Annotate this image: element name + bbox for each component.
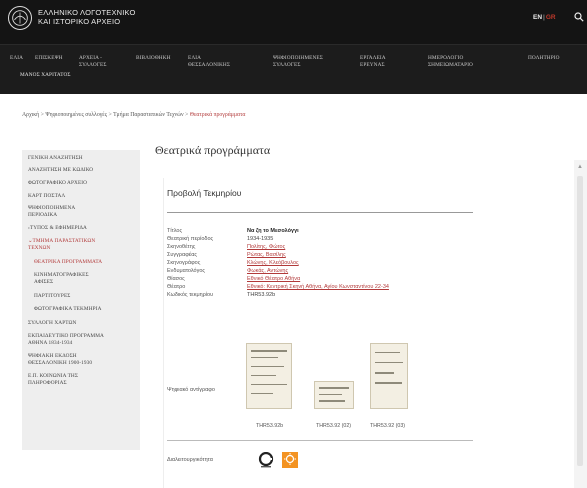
record-panel (163, 178, 567, 488)
field-value-costume-designer[interactable]: Φωκάς, Αντώνης (247, 268, 288, 274)
nav-item-archives[interactable]: ΑΡΧΕΙΑ - ΣΥΛΛΟΓΕΣ (79, 55, 107, 69)
field-label-author: Συγγραφέας (167, 252, 198, 258)
nav-item-research-tools[interactable]: ΕΡΓΑΛΕΙΑ ΕΡΕΥΝΑΣ (360, 55, 386, 69)
scroll-up-icon[interactable]: ▲ (577, 164, 583, 170)
interoperability-icon[interactable] (258, 452, 274, 468)
sidebar-item-press[interactable]: ›ΤΥΠΟΣ & ΕΦΗΜΕΡΙΔΑ (28, 225, 87, 232)
lang-separator: | (543, 14, 545, 21)
field-value-theatre[interactable]: Εθνικό: Κεντρική Σκηνή Αθήνα, Αγίου Κωνσ… (247, 284, 389, 290)
sidebar-item-performing-arts[interactable]: ⌄ΤΜΗΜΑ ΠΑΡΑΣΤΑΤΙΚΩΝ ΤΕΧΝΩΝ (28, 238, 95, 252)
nav-item-calendar[interactable]: ΗΜΕΡΟΛΟΓΙΟ ΣΗΜΕΙΩΜΑΤΑΡΙΟ (428, 55, 473, 69)
sidebar-item-digital-edition[interactable]: ΨΗΦΙΑΚΗ ΕΚΔΟΣΗ ΘΕΣΣΑΛΟΝΙΚΗ 1900-1930 (28, 353, 92, 367)
field-label-set-designer: Σκηνογράφος (167, 260, 201, 266)
nav-item-elia[interactable]: ΕΛΙΑ (10, 55, 23, 62)
sidebar-item-film-posters[interactable]: ΚΙΝΗΜΑΤΟΓΡΑΦΙΚΕΣ ΑΦΙΣΕΣ (34, 272, 89, 286)
field-value-season: 1934-1935 (247, 236, 274, 242)
thumbnail-image[interactable] (314, 381, 354, 409)
sidebar-item-information-society[interactable]: Ε.Π. ΚΟΙΝΩΝΙΑ ΤΗΣ ΠΛΗΡΟΦΟΡΙΑΣ (28, 373, 78, 387)
brand-line-2: ΚΑΙ ΙΣΤΟΡΙΚΟ ΑΡΧΕΙΟ (38, 17, 121, 26)
field-value-author[interactable]: Ρώτας, Βασίλης (247, 252, 286, 258)
field-label-title: Τίτλος (167, 228, 183, 234)
sidebar-item-scores[interactable]: ΠΑΡΤΙΤΟΥΡΕΣ (34, 293, 71, 300)
nav-item-library[interactable]: ΒΙΒΛΙΟΘΗΚΗ (136, 55, 171, 62)
nav-item-digitized[interactable]: ΨΗΦΙΟΠΟΙΗΜΕΝΕΣ ΣΥΛΛΟΓΕΣ (273, 55, 323, 69)
sidebar-item-photo-archive[interactable]: ΦΩΤΟΓΡΑΦΙΚΟ ΑΡΧΕΙΟ (28, 180, 87, 187)
breadcrumb: Αρχική > Ψηφιοποιημένες συλλογές > Τμήμα… (22, 112, 245, 118)
divider (167, 212, 473, 213)
sidebar-item-education[interactable]: ΕΚΠΑΙΔΕΥΤΙΚΟ ΠΡΟΓΡΑΜΜΑ ΑΘΗΝΑ 1834-1934 (28, 333, 104, 347)
breadcrumb-separator: > (108, 112, 112, 118)
field-label-season: Θεατρική περίοδος (167, 236, 214, 242)
sidebar-item-digitized-periodicals[interactable]: ΨΗΦΙΟΠΟΙΗΜΕΝΑ ΠΕΡΙΟΔΙΚΑ (28, 205, 75, 219)
logo-icon[interactable] (8, 6, 32, 30)
search-icon[interactable] (574, 12, 584, 22)
breadcrumb-digitized[interactable]: Ψηφιοποιημένες συλλογές (45, 112, 107, 118)
field-value-item-code: THR53.92b (247, 292, 276, 298)
brand-name[interactable]: ΕΛΛΗΝΙΚΟ ΛΟΓΟΤΕΧΝΙΚΟ ΚΑΙ ΙΣΤΟΡΙΚΟ ΑΡΧΕΙΟ (38, 8, 136, 26)
field-label-item-code: Κωδικός τεκμηρίου (167, 292, 214, 298)
nav-item-shop[interactable]: ΠΟΛΗΤΗΡΙΟ (528, 55, 560, 62)
breadcrumb-current: Θεατρικά προγράμματα (189, 112, 246, 118)
thumbnail-image[interactable] (370, 343, 408, 409)
thumbnail-caption: THR53.92 (02) (316, 423, 352, 429)
thumbnail-caption: THR53.92b (256, 423, 284, 429)
open-access-icon[interactable] (282, 452, 298, 468)
lang-gr-link[interactable]: GR (546, 14, 556, 21)
field-label-company: Θίασος (167, 276, 185, 282)
page-title: Θεατρικά προγράμματα (155, 143, 271, 157)
brand-line-1: ΕΛΛΗΝΙΚΟ ΛΟΓΟΤΕΧΝΙΚΟ (38, 8, 136, 17)
lang-en-link[interactable]: EN (533, 14, 542, 21)
nav-item-visit[interactable]: ΕΠΙΣΚΕΨΗ (35, 55, 63, 62)
field-label-theatre: Θέατρο (167, 284, 186, 290)
main-nav: ΕΛΙΑ ΕΠΙΣΚΕΨΗ ΑΡΧΕΙΑ - ΣΥΛΛΟΓΕΣ ΒΙΒΛΙΟΘΗΚ… (0, 44, 587, 94)
field-value-title: Να ζη το Μεσολόγγι (247, 228, 299, 234)
sidebar-item-theatre-programs[interactable]: ΘΕΑΤΡΙΚΑ ΠΡΟΓΡΑΜΜΑΤΑ (34, 259, 102, 266)
sidebar-item-general-search[interactable]: ΓΕΝΙΚΗ ΑΝΑΖΗΤΗΣΗ (28, 155, 83, 162)
breadcrumb-separator: > (185, 112, 189, 118)
thumbnail-caption: THR53.92 (03) (370, 423, 406, 429)
field-value-company[interactable]: Εθνικό Θέατρο Αθήνα (247, 276, 300, 282)
breadcrumb-home[interactable]: Αρχική (22, 112, 39, 118)
field-value-director[interactable]: Πολίτης, Φώτος (247, 244, 285, 250)
digital-copy-label: Ψηφιακό αντίγραφο (167, 387, 215, 393)
field-label-costume-designer: Ενδυματολόγος (167, 268, 206, 274)
field-value-set-designer[interactable]: Κλώνης, Κλεόβουλος (247, 260, 299, 266)
sidebar-item-code-search[interactable]: ΑΝΑΖΗΤΗΣΗ ΜΕ ΚΩΔΙΚΟ (28, 167, 93, 174)
breadcrumb-performing-arts[interactable]: Τμήμα Παραστατικών Τεχνών (113, 112, 183, 118)
divider (167, 440, 473, 441)
sidebar-item-maps[interactable]: ΣΥΛΛΟΓΗ ΧΑΡΤΩΝ (28, 320, 76, 327)
field-label-director: Σκηνοθέτης (167, 244, 196, 250)
license-label: Διαλειτουργικότητα (167, 457, 213, 463)
language-switcher: EN|GR (533, 14, 556, 21)
sidebar-item-photo-items[interactable]: ΦΩΤΟΓΡΑΦΙΚΑ ΤΕΚΜΗΡΙΑ (34, 306, 102, 313)
nav-item-manos-charitatos[interactable]: ΜΑΝΟΣ ΧΑΡΙΤΑΤΟΣ (20, 72, 71, 79)
nav-item-elia-thessaloniki[interactable]: ΕΛΙΑ ΘΕΣΣΑΛΟΝΙΚΗΣ (188, 55, 230, 69)
scrollbar-thumb[interactable] (577, 176, 583, 466)
breadcrumb-separator: > (40, 112, 44, 118)
thumbnail-image[interactable] (246, 343, 292, 409)
top-header: ΕΛΛΗΝΙΚΟ ΛΟΓΟΤΕΧΝΙΚΟ ΚΑΙ ΙΣΤΟΡΙΚΟ ΑΡΧΕΙΟ… (0, 0, 587, 44)
record-subtitle: Προβολή Τεκμηρίου (167, 188, 242, 198)
sidebar-item-postcards[interactable]: ΚΑΡΤ ΠΟΣΤΑΛ (28, 193, 65, 200)
